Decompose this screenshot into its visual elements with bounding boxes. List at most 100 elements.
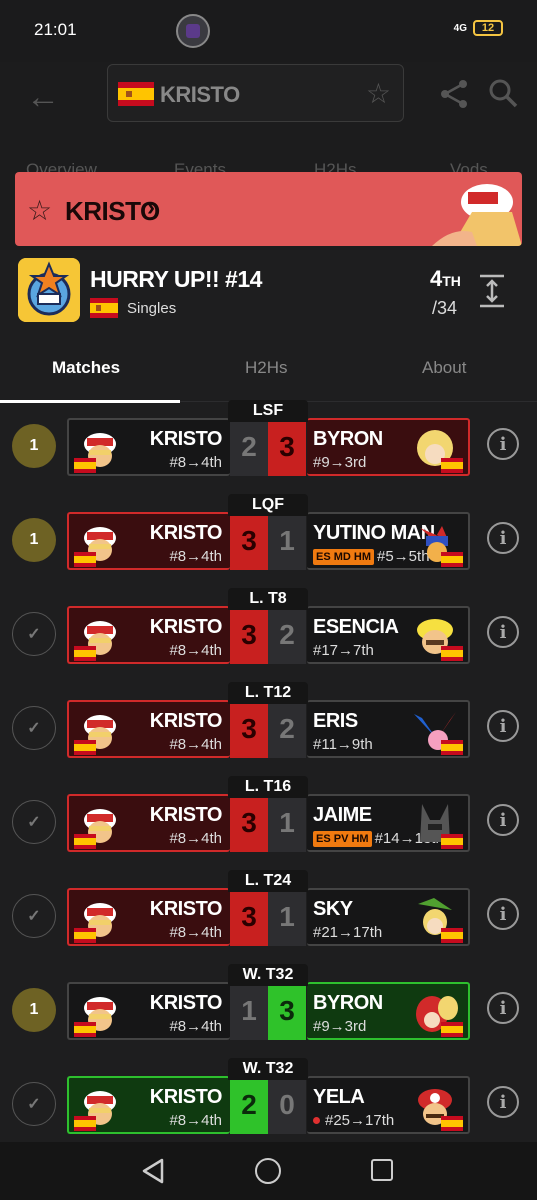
status-time: 21:01 <box>34 20 77 39</box>
player2-seed-line: #21→17th <box>313 924 382 941</box>
check-icon: ✓ <box>12 800 56 844</box>
player1-panel: KRISTO #8→4th <box>67 982 230 1040</box>
nav-recent-icon[interactable] <box>371 1159 393 1181</box>
match-card[interactable]: KRISTO #8→4th 3 1 YUTINO MAN ES MD HM #5→… <box>67 512 470 570</box>
spain-flag-icon <box>118 82 154 106</box>
player2-score: 2 <box>268 700 306 758</box>
match-card[interactable]: KRISTO #8→4th 3 2 ESENCIA #17→7th <box>67 606 470 664</box>
player1-panel: KRISTO #8→4th <box>67 418 230 476</box>
round-label: W. T32 <box>228 1058 308 1080</box>
match-row[interactable]: 1 W. T32 KRISTO #8→4th 1 3 BYRON #9→3rd <box>0 964 537 1058</box>
player2-seed-line: #9→3rd <box>313 454 366 471</box>
share-icon[interactable] <box>438 78 470 110</box>
match-card[interactable]: KRISTO #8→4th 3 2 ERIS #11→9th <box>67 700 470 758</box>
match-row[interactable]: ✓ L. T12 KRISTO #8→4th 3 2 ERIS #11→9th <box>0 682 537 776</box>
event-tabs: Matches H2Hs About <box>0 340 537 402</box>
match-row[interactable]: ✓ L. T16 KRISTO #8→4th 3 1 JAIME ES PV H… <box>0 776 537 870</box>
match-count-badge: 1 <box>12 424 56 468</box>
info-icon[interactable]: i <box>487 898 519 930</box>
player-tag: ES MD HM <box>313 549 374 565</box>
player2-score: 3 <box>268 982 306 1040</box>
round-label: L. T12 <box>228 682 308 704</box>
player1-name: KRISTO <box>149 616 223 638</box>
match-card[interactable]: KRISTO #8→4th 1 3 BYRON #9→3rd <box>67 982 470 1040</box>
player1-seed: #8→4th <box>169 454 222 471</box>
match-row[interactable]: 1 LSF KRISTO #8→4th 2 3 BYRON #9→3rd i <box>0 400 537 494</box>
player1-panel: KRISTO #8→4th <box>67 1076 230 1134</box>
match-count-badge: 1 <box>12 518 56 562</box>
event-entrants: /34 <box>432 298 458 318</box>
info-icon[interactable]: i <box>487 522 519 554</box>
player2-name: ESENCIA <box>313 616 399 638</box>
player2-name: JAIME <box>313 804 372 826</box>
info-icon[interactable]: i <box>487 992 519 1024</box>
player1-name: KRISTO <box>149 898 223 920</box>
player2-seed-line: #11→9th <box>313 736 373 753</box>
player2-name: SKY <box>313 898 353 920</box>
player1-score: 3 <box>230 512 268 570</box>
event-title: HURRY UP!! #14 <box>90 266 262 292</box>
player2-seed: #11→9th <box>313 736 373 753</box>
tab-about[interactable]: About <box>422 358 466 378</box>
match-card[interactable]: KRISTO #8→4th 2 3 BYRON #9→3rd <box>67 418 470 476</box>
expand-icon[interactable] <box>478 274 506 308</box>
spain-flag-icon <box>90 298 118 318</box>
star-icon[interactable]: ☆ <box>366 77 391 110</box>
player1-score: 3 <box>230 794 268 852</box>
back-arrow-icon[interactable]: ← <box>26 78 60 117</box>
player1-panel: KRISTO #8→4th <box>67 794 230 852</box>
spain-flag-icon <box>74 1022 96 1037</box>
search-icon[interactable] <box>488 78 518 108</box>
spain-flag-icon <box>74 458 96 473</box>
player2-seed-line: #17→7th <box>313 642 374 659</box>
tab-matches[interactable]: Matches <box>52 358 120 378</box>
chevron-right-icon: › <box>147 194 155 221</box>
player2-seed-line: #25→17th <box>313 1112 394 1129</box>
spain-flag-icon <box>441 552 463 567</box>
system-nav-bar <box>0 1142 537 1200</box>
round-label: L. T24 <box>228 870 308 892</box>
info-icon[interactable]: i <box>487 428 519 460</box>
match-row[interactable]: ✓ W. T32 KRISTO #8→4th 2 0 YELA #25→17th <box>0 1058 537 1152</box>
player2-score: 3 <box>268 418 306 476</box>
info-icon[interactable]: i <box>487 710 519 742</box>
player1-seed: #8→4th <box>169 924 222 941</box>
check-icon: ✓ <box>12 1082 56 1126</box>
match-card[interactable]: KRISTO #8→4th 3 1 SKY #21→17th <box>67 888 470 946</box>
player1-score: 1 <box>230 982 268 1040</box>
nav-home-icon[interactable] <box>255 1158 281 1184</box>
player1-panel: KRISTO #8→4th <box>67 606 230 664</box>
player-banner[interactable]: ☆ KRISTO › <box>15 172 522 246</box>
spain-flag-icon <box>441 1022 463 1037</box>
check-icon: ✓ <box>12 706 56 750</box>
spain-flag-icon <box>74 740 96 755</box>
round-label: LQF <box>228 494 308 516</box>
info-icon[interactable]: i <box>487 616 519 648</box>
match-card[interactable]: KRISTO #8→4th 2 0 YELA #25→17th <box>67 1076 470 1134</box>
player2-score: 2 <box>268 606 306 664</box>
player1-name: KRISTO <box>149 992 223 1014</box>
match-row[interactable]: 1 LQF KRISTO #8→4th 3 1 YUTINO MAN ES MD… <box>0 494 537 588</box>
player2-panel: BYRON #9→3rd <box>307 982 470 1040</box>
player-search-box[interactable]: KRISTO ☆ <box>107 64 404 122</box>
player1-name: KRISTO <box>149 428 223 450</box>
match-card[interactable]: KRISTO #8→4th 3 1 JAIME ES PV HM #14→13th <box>67 794 470 852</box>
info-icon[interactable]: i <box>487 804 519 836</box>
player1-panel: KRISTO #8→4th <box>67 512 230 570</box>
match-row[interactable]: ✓ L. T8 KRISTO #8→4th 3 2 ESENCIA #17→7t… <box>0 588 537 682</box>
tab-h2hs[interactable]: H2Hs <box>245 358 288 378</box>
spain-flag-icon <box>74 834 96 849</box>
star-icon[interactable]: ☆ <box>27 194 52 227</box>
player2-name: BYRON <box>313 428 383 450</box>
spain-flag-icon <box>74 1116 96 1131</box>
terry-character-art <box>432 184 522 246</box>
player2-seed: #21→17th <box>313 924 383 941</box>
check-icon: ✓ <box>12 894 56 938</box>
banner-player-name: KRISTO <box>65 196 160 226</box>
nav-back-icon[interactable] <box>140 1158 166 1184</box>
match-row[interactable]: ✓ L. T24 KRISTO #8→4th 3 1 SKY #21→17th <box>0 870 537 964</box>
spain-flag-icon <box>441 928 463 943</box>
info-icon[interactable]: i <box>487 1086 519 1118</box>
player1-score: 2 <box>230 1076 268 1134</box>
player2-seed-line: #9→3rd <box>313 1018 366 1035</box>
